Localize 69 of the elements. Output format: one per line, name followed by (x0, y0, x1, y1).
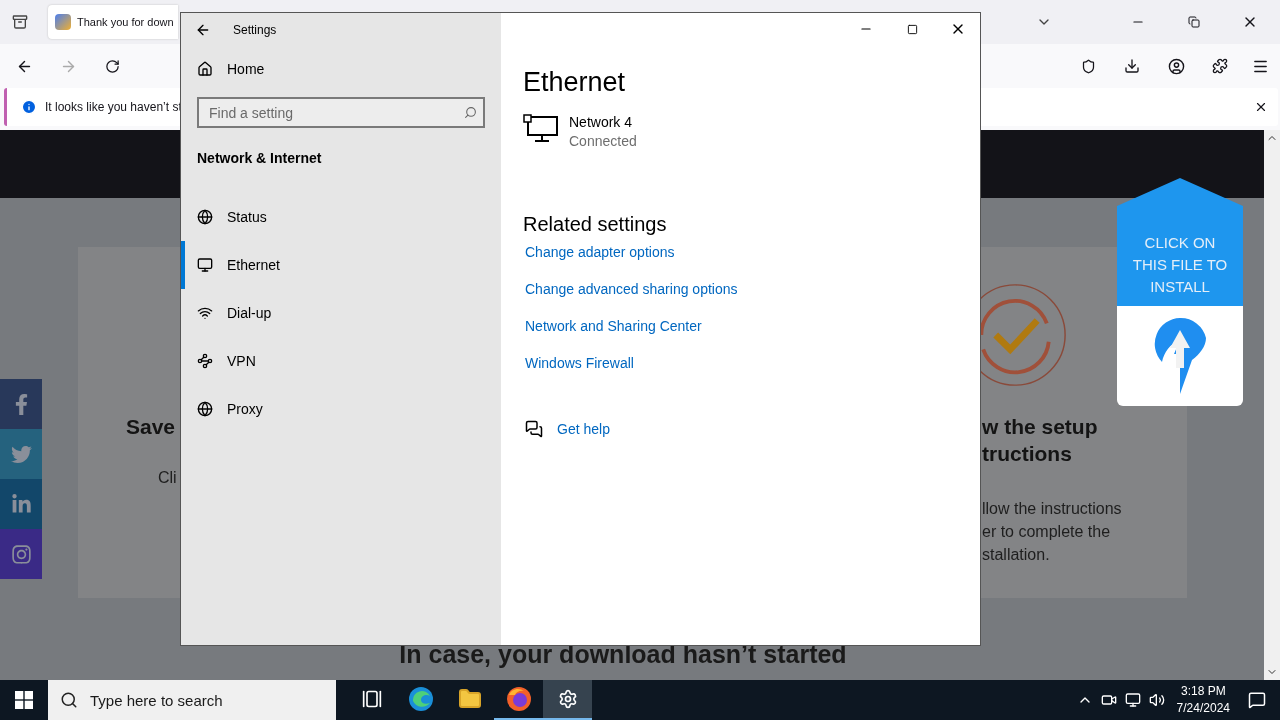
callout-text: CLICK ON THIS FILE TO INSTALL (1131, 233, 1229, 297)
linkedin-icon[interactable] (0, 479, 42, 529)
monitor-icon (523, 114, 559, 144)
scrollbar[interactable] (1264, 130, 1280, 680)
network-status: Connected (569, 133, 637, 149)
tab-title: Thank you for down (77, 16, 174, 28)
home-icon (197, 61, 213, 77)
favicon-icon (55, 14, 71, 30)
nav-item[interactable]: Status (181, 193, 501, 241)
card-text: Cli (158, 468, 177, 488)
settings-icon (557, 689, 578, 709)
wifi-icon (197, 305, 213, 321)
clock[interactable]: 3:18 PM 7/24/2024 (1176, 683, 1230, 717)
globe-icon (197, 209, 213, 225)
account-icon[interactable] (1167, 57, 1185, 75)
settings-link[interactable]: Network and Sharing Center (525, 318, 702, 334)
browser-icon (407, 686, 434, 712)
network-name: Network 4 (569, 114, 634, 130)
help-link[interactable]: Get help (557, 421, 610, 437)
search-icon (464, 106, 477, 119)
globe-icon (197, 401, 213, 417)
puzzle-icon[interactable] (1212, 58, 1228, 74)
card-text: llow the instructions (982, 499, 1122, 519)
monitor-icon (197, 257, 213, 273)
restore-icon[interactable] (1188, 16, 1200, 28)
help-icon (525, 420, 543, 438)
reload-icon[interactable] (104, 58, 120, 74)
windows-logo-icon[interactable] (15, 691, 33, 709)
search-field[interactable]: Find a setting (197, 97, 485, 128)
taskbar-search-field[interactable]: Type here to search (48, 680, 336, 720)
back-icon[interactable] (195, 22, 211, 38)
card-heading: Save (126, 414, 176, 440)
task-view-icon (361, 689, 382, 709)
nav-item[interactable]: Dial-up (181, 289, 501, 337)
search-icon (60, 691, 78, 709)
section-heading: Network & Internet (197, 150, 323, 166)
page-heading: Ethernet (523, 67, 627, 98)
maximize-icon[interactable] (906, 23, 918, 35)
facebook-icon[interactable] (0, 379, 42, 429)
tabs-icon[interactable] (12, 14, 28, 30)
upload-arrow-icon (1152, 316, 1208, 396)
download-icon[interactable] (1124, 58, 1140, 74)
window-title: Settings (233, 23, 277, 37)
volume-icon[interactable] (1148, 692, 1165, 708)
instagram-icon[interactable] (0, 529, 42, 579)
close-icon[interactable] (1254, 100, 1268, 114)
camera-icon[interactable] (1100, 692, 1117, 708)
settings-link[interactable]: Windows Firewall (525, 355, 634, 371)
notifications-icon[interactable] (1248, 691, 1266, 709)
folder-icon (457, 687, 482, 711)
settings-link[interactable]: Change advanced sharing options (525, 281, 738, 297)
card-heading: tructions (982, 441, 1073, 467)
related-heading: Related settings (523, 213, 668, 236)
browser-icon (505, 686, 532, 712)
home-link[interactable]: Home (181, 51, 501, 87)
download-heading: In case, your download hasn’t started (398, 640, 848, 669)
card-heading: w the setup (982, 414, 1098, 440)
shield-icon[interactable] (1080, 58, 1096, 74)
nodes-icon (197, 353, 213, 369)
nav-item[interactable]: Ethernet (181, 241, 501, 289)
browser-tab[interactable]: Thank you for down (48, 5, 178, 39)
card-text: er to complete the (982, 522, 1112, 542)
taskbar-app[interactable] (543, 680, 592, 720)
nav-item[interactable]: Proxy (181, 385, 501, 433)
card-text: stallation. (982, 545, 1051, 565)
info-icon (21, 99, 37, 115)
nav-item[interactable]: VPN (181, 337, 501, 385)
settings-link[interactable]: Change adapter options (525, 244, 675, 260)
network-icon[interactable] (1124, 692, 1141, 708)
